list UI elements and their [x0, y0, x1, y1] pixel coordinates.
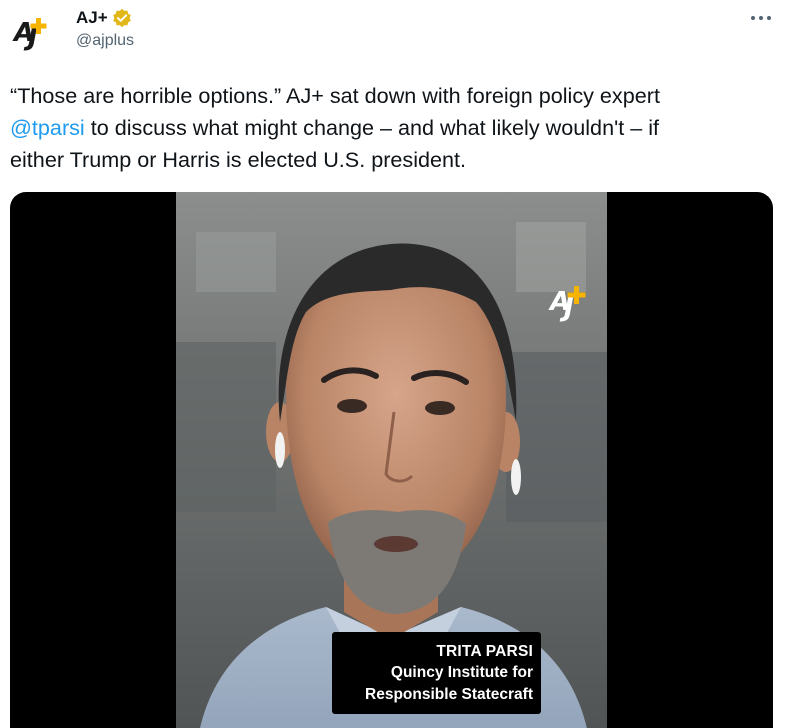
video-player[interactable]: A J TRITA PARSI Quincy Institute for Res…: [10, 192, 773, 728]
more-options-icon: [751, 16, 771, 20]
mention-link[interactable]: @tparsi: [10, 115, 85, 140]
speaker-name: TRITA PARSI: [436, 643, 533, 660]
tweet-text: “Those are horrible options.” AJ+ sat do…: [10, 80, 772, 176]
author-handle[interactable]: @ajplus: [76, 32, 134, 50]
tweet-text-line-2: @tparsi to discuss what might change – a…: [10, 112, 772, 144]
tweet-text-line-3: either Trump or Harris is elected U.S. p…: [10, 147, 467, 172]
author-name-row: AJ+: [76, 6, 132, 30]
tweet-text-line-1: “Those are horrible options.” AJ+ sat do…: [10, 83, 660, 108]
ajplus-logo-icon[interactable]: A J: [10, 8, 54, 52]
author-display-name[interactable]: AJ+: [76, 8, 108, 28]
video-frame: A J TRITA PARSI Quincy Institute for Res…: [176, 192, 607, 728]
tweet: A J AJ+ @ajplus “Those are horrible opti…: [0, 0, 787, 728]
verified-badge-icon[interactable]: [112, 8, 132, 28]
ajplus-watermark-icon: A J: [548, 286, 586, 323]
more-options-button[interactable]: [745, 4, 777, 32]
tweet-text-line-2-rest: to discuss what might change – and what …: [84, 115, 660, 140]
speaker-org-line-2: Responsible Statecraft: [365, 686, 533, 703]
lower-third-caption: TRITA PARSI Quincy Institute for Respons…: [332, 632, 541, 714]
speaker-org-line-1: Quincy Institute for: [390, 664, 533, 681]
